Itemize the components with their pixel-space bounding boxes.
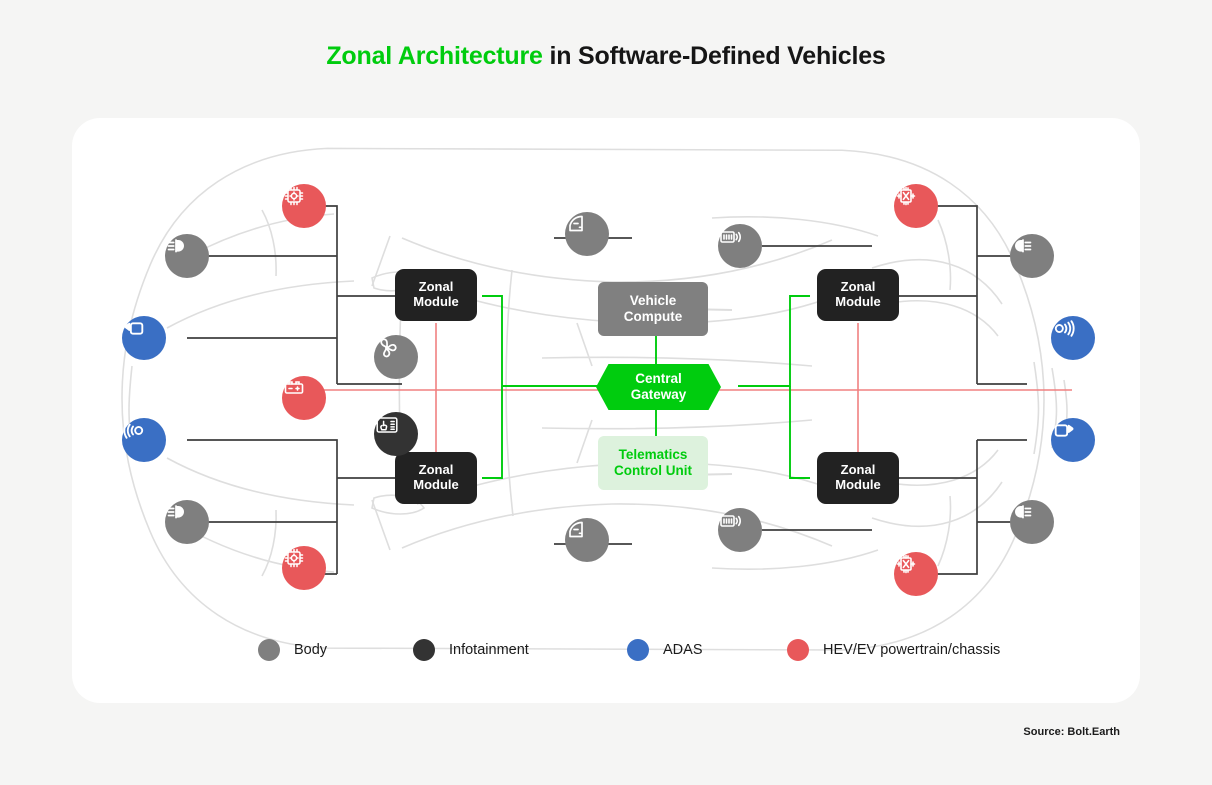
camera-rear-right-node[interactable]: [1051, 418, 1095, 462]
radar-icon: [123, 422, 144, 439]
keyless-entry-icon: [720, 231, 741, 243]
keyfob-rear-node[interactable]: [718, 508, 762, 552]
zonal-module-front-left[interactable]: Zonal Module: [395, 269, 477, 321]
headlight-icon: [1015, 505, 1032, 519]
legend-label-body: Body: [294, 642, 328, 658]
legend-dot-body: [258, 639, 280, 661]
inverter-icon: [896, 554, 916, 574]
legend-label-adas: ADAS: [663, 642, 703, 658]
legend-dot-hev: [787, 639, 809, 661]
legend-dot-infotainment: [413, 639, 435, 661]
wiring-diagram: [187, 205, 1072, 575]
page-title: Zonal Architecture in Software-Defined V…: [0, 42, 1212, 71]
legend-dot-adas: [627, 639, 649, 661]
central-gateway-node[interactable]: Central Gateway: [596, 364, 721, 410]
legend-label-infotainment: Infotainment: [449, 642, 529, 658]
camera-front-left-node[interactable]: [122, 316, 166, 360]
chip-icon: [284, 548, 304, 568]
headlight-rear-left-node[interactable]: [165, 500, 209, 544]
page-title-accent: Zonal Architecture: [326, 42, 543, 70]
touchscreen-node[interactable]: [374, 412, 418, 456]
zonal-module-rear-right[interactable]: Zonal Module: [817, 452, 899, 504]
headlight-front-left-node[interactable]: [165, 234, 209, 278]
radar-icon: [1054, 320, 1075, 337]
touchscreen-icon: [376, 417, 398, 433]
headlight-icon: [1015, 239, 1032, 253]
headlight-rear-right-node[interactable]: [1010, 500, 1054, 544]
ecu-front-left-node[interactable]: [282, 184, 326, 228]
diagram-card: Vehicle Compute Central Gateway Telemati…: [72, 118, 1140, 703]
fan-icon: [380, 338, 397, 358]
headlight-front-right-node[interactable]: [1010, 234, 1054, 278]
radar-rear-left-node[interactable]: [122, 418, 166, 462]
source-attribution: Source: Bolt.Earth: [1023, 726, 1120, 738]
headlight-icon: [167, 239, 184, 253]
zonal-module-front-right[interactable]: Zonal Module: [817, 269, 899, 321]
battery-left-node[interactable]: [282, 376, 326, 420]
car-door-icon: [569, 215, 583, 232]
battery-icon: [284, 381, 304, 394]
legend-item-adas: ADAS: [627, 639, 703, 661]
keyless-entry-icon: [720, 515, 741, 527]
headlight-icon: [167, 505, 184, 519]
inverter-icon: [896, 186, 916, 206]
camera-icon: [124, 322, 144, 335]
inverter-front-right-node[interactable]: [894, 184, 938, 228]
legend: Body Infotainment ADAS HEV/EV powertrain…: [72, 630, 1140, 670]
door-rear-node[interactable]: [565, 518, 609, 562]
legend-item-hev: HEV/EV powertrain/chassis: [787, 639, 1000, 661]
telematics-control-unit-node[interactable]: Telematics Control Unit: [598, 436, 708, 490]
chip-icon: [284, 186, 304, 206]
diagram-stage: Vehicle Compute Central Gateway Telemati…: [72, 118, 1140, 703]
vehicle-compute-node[interactable]: Vehicle Compute: [598, 282, 708, 336]
camera-icon: [1054, 424, 1074, 437]
radar-front-right-node[interactable]: [1051, 316, 1095, 360]
legend-item-body: Body: [258, 639, 327, 661]
hvac-fan-node[interactable]: [374, 335, 418, 379]
ecu-rear-left-node[interactable]: [282, 546, 326, 590]
door-front-node[interactable]: [565, 212, 609, 256]
inverter-rear-right-node[interactable]: [894, 552, 938, 596]
legend-label-hev: HEV/EV powertrain/chassis: [823, 642, 1001, 658]
page-title-rest: in Software-Defined Vehicles: [542, 42, 886, 70]
zonal-module-rear-left[interactable]: Zonal Module: [395, 452, 477, 504]
legend-item-infotainment: Infotainment: [413, 639, 529, 661]
keyfob-front-node[interactable]: [718, 224, 762, 268]
car-door-icon: [569, 521, 583, 538]
